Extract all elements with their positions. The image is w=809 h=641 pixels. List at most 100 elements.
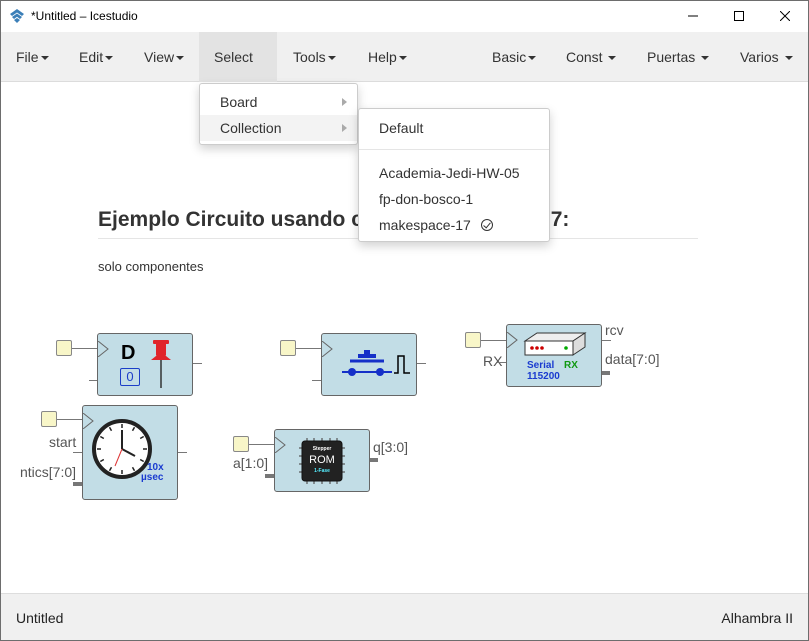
minimize-icon <box>688 15 698 17</box>
maximize-button[interactable] <box>716 1 762 31</box>
input-port[interactable] <box>280 340 296 356</box>
collection-item-selected[interactable]: makespace-17 <box>359 212 549 238</box>
serial-text: Serial <box>527 360 555 371</box>
info-subtitle: solo componentes <box>98 259 204 274</box>
bus-pin <box>370 458 378 462</box>
rom-chip-mid-text: ROM <box>309 454 335 466</box>
collection-item-label: makespace-17 <box>379 217 471 233</box>
collection-submenu: Default Academia-Jedi-HW-05 fp-don-bosco… <box>358 108 550 242</box>
caret-down-icon <box>528 56 537 61</box>
check-circle-icon <box>480 219 493 231</box>
bus-pin <box>73 482 82 486</box>
select-menu-board-label: Board <box>220 94 258 110</box>
menu-edit-label: Edit <box>79 49 104 65</box>
caret-down-icon <box>327 56 336 61</box>
menu-edit[interactable]: Edit <box>64 32 128 82</box>
chevron-right-icon <box>342 98 347 106</box>
menu-select[interactable]: Select <box>199 32 277 111</box>
menu-basic-label: Basic <box>492 49 527 65</box>
rom-q-label: q[3:0] <box>373 439 409 455</box>
wire <box>481 340 506 341</box>
pushbutton-icon <box>342 350 410 376</box>
pin <box>193 363 202 364</box>
menu-file-label: File <box>16 49 39 65</box>
select-menu-board[interactable]: Board <box>200 89 357 115</box>
pin <box>178 452 187 453</box>
menu-puertas-label: Puertas <box>647 49 696 65</box>
menu-help-label: Help <box>368 49 397 65</box>
select-menu-collection[interactable]: Collection <box>200 115 357 141</box>
menu-view-label: View <box>144 49 175 65</box>
rom-block[interactable]: Stepper ROM 1-Fase <box>274 429 370 492</box>
maximize-icon <box>734 11 744 21</box>
dff-letter: D <box>121 342 136 364</box>
collection-default[interactable]: Default <box>359 115 549 141</box>
menu-view[interactable]: View <box>129 32 199 82</box>
wire <box>57 419 82 420</box>
rom-chip-top-text: Stepper <box>312 446 332 452</box>
menu-file[interactable]: File <box>1 32 64 82</box>
input-port[interactable] <box>233 436 249 452</box>
collection-item[interactable]: Academia-Jedi-HW-05 <box>359 160 549 186</box>
caret-down-icon <box>608 56 617 61</box>
serial-rx-text: RX <box>564 360 578 371</box>
button-block[interactable] <box>321 333 417 396</box>
window-title: *Untitled – Icestudio <box>31 9 138 23</box>
menu-basic[interactable]: Basic <box>477 32 551 82</box>
collection-default-label: Default <box>379 120 424 136</box>
pin <box>602 340 611 341</box>
input-port[interactable] <box>465 332 481 348</box>
input-port[interactable] <box>56 340 72 356</box>
menu-help[interactable]: Help <box>353 32 422 82</box>
menu-divider <box>359 149 549 150</box>
dff-block[interactable]: D 0 <box>97 333 193 396</box>
bus-pin <box>265 474 274 478</box>
rom-chip-bot-text: 1-Fase <box>314 468 330 474</box>
serial-data-label: data[7:0] <box>605 351 660 367</box>
menu-bar: File Edit View Select Tools Help Basic C… <box>1 32 808 111</box>
pin <box>312 380 321 381</box>
serial-baud: 115200 <box>527 371 560 382</box>
caret-down-icon <box>784 56 793 61</box>
icestudio-logo-icon <box>10 9 24 23</box>
timer-ntics-label: ntics[7:0] <box>20 464 77 480</box>
minimize-button[interactable] <box>670 1 716 31</box>
caret-down-icon <box>40 56 49 61</box>
caret-down-icon <box>701 56 710 61</box>
wire <box>296 348 321 349</box>
pin <box>417 363 426 364</box>
collection-item[interactable]: fp-don-bosco-1 <box>359 186 549 212</box>
title-bar: *Untitled – Icestudio <box>1 1 808 31</box>
menu-puertas[interactable]: Puertas <box>632 32 724 82</box>
caret-down-icon <box>398 56 407 61</box>
collection-item-label: fp-don-bosco-1 <box>379 191 474 207</box>
serial-rx-block[interactable]: Serial RX 115200 <box>506 324 602 387</box>
timer-block[interactable]: 10x µsec <box>82 405 178 500</box>
close-button[interactable] <box>762 1 808 31</box>
serial-rx-label: RX <box>483 353 503 369</box>
menu-select-label: Select <box>214 49 253 65</box>
pin <box>497 362 506 363</box>
timer-unit: µsec <box>141 472 164 483</box>
info-title-left: Ejemplo Circuito usando co <box>98 208 376 231</box>
select-menu-collection-label: Collection <box>220 120 282 136</box>
serial-device-icon <box>523 332 587 356</box>
menu-varios[interactable]: Varios <box>725 32 808 82</box>
wire <box>72 348 98 349</box>
clock-input-icon <box>322 341 333 357</box>
input-port[interactable] <box>41 411 57 427</box>
clock-input-icon <box>275 437 286 453</box>
caret-down-icon <box>176 56 185 61</box>
pushpin-icon <box>151 340 171 388</box>
menu-varios-label: Varios <box>740 49 779 65</box>
collection-item-label: Academia-Jedi-HW-05 <box>379 165 520 181</box>
menu-const[interactable]: Const <box>551 32 631 82</box>
caret-down-icon <box>105 56 114 61</box>
dff-value: 0 <box>120 368 140 386</box>
chevron-right-icon <box>342 124 347 132</box>
status-board-name[interactable]: Alhambra II <box>721 610 793 626</box>
clock-icon <box>92 419 152 479</box>
status-bar: Untitled Alhambra II <box>1 593 808 640</box>
bus-pin <box>602 371 610 375</box>
menu-tools[interactable]: Tools <box>278 32 351 82</box>
